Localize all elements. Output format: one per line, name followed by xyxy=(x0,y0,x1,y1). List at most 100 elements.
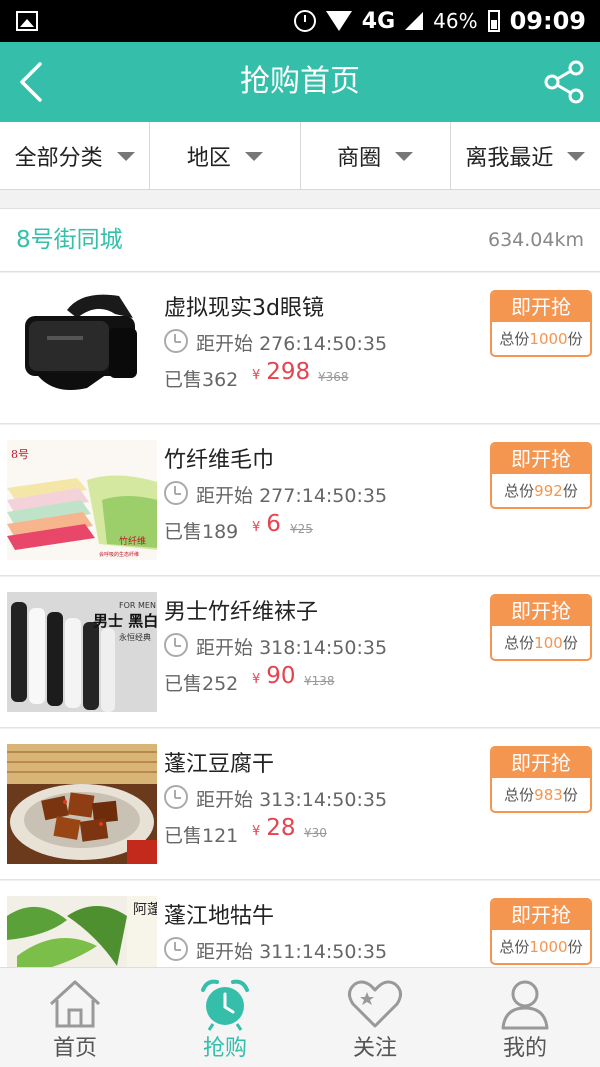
product-image-dried-tofu xyxy=(7,744,157,864)
home-icon xyxy=(49,980,101,1028)
clock-icon xyxy=(164,633,188,657)
sold-count: 已售252 xyxy=(164,673,239,695)
bottom-tab-bar: 首页 抢购 关注 我的 xyxy=(0,967,600,1067)
product-image-socks: FOR MEN 男士 黑白 永恒经典 xyxy=(7,592,157,712)
dropdown-arrow-icon xyxy=(244,151,263,161)
countdown: 距开始 318:14:50:35 xyxy=(196,637,388,659)
tab-label: 我的 xyxy=(502,1036,547,1061)
grab-button[interactable]: 即开抢 总份992份 xyxy=(490,442,592,509)
total-quantity: 总份100份 xyxy=(504,634,578,652)
sold-count: 已售121 xyxy=(164,825,239,847)
clock-icon xyxy=(164,481,188,505)
product-name: 男士竹纤维袜子 xyxy=(164,600,319,625)
product-name: 蓬江豆腐干 xyxy=(164,752,275,777)
sale-price: ¥90 xyxy=(252,663,296,689)
tab-label: 首页 xyxy=(52,1036,97,1061)
svg-text:FOR MEN: FOR MEN xyxy=(119,601,156,610)
original-price: ¥138 xyxy=(304,674,335,688)
filter-business-district[interactable]: 商圈 xyxy=(301,122,451,190)
clock-icon xyxy=(164,785,188,809)
status-bar: 4G 46% 09:09 xyxy=(0,0,600,42)
product-image-vr-glasses xyxy=(7,288,157,408)
product-item[interactable]: 蓬江豆腐干 距开始 313:14:50:35 已售121 ¥28 ¥30 即开抢… xyxy=(0,729,600,880)
original-price: ¥25 xyxy=(290,522,313,536)
page-title: 抢购首页 xyxy=(240,64,360,99)
location-name: 8号街同城 xyxy=(16,227,123,253)
countdown: 距开始 276:14:50:35 xyxy=(196,333,388,355)
location-distance: 634.04km xyxy=(488,229,584,251)
original-price: ¥368 xyxy=(318,370,349,384)
sale-price: ¥28 xyxy=(252,815,296,841)
sold-count: 已售362 xyxy=(164,369,239,391)
product-name: 虚拟现实3d眼镜 xyxy=(164,296,324,321)
dropdown-arrow-icon xyxy=(116,151,135,161)
countdown: 距开始 311:14:50:35 xyxy=(196,941,388,963)
svg-text:永恒经典: 永恒经典 xyxy=(119,632,151,642)
product-item[interactable]: 虚拟现实3d眼镜 距开始 276:14:50:35 已售362 ¥298 ¥36… xyxy=(0,273,600,424)
filter-label: 地区 xyxy=(186,146,231,171)
filter-label: 离我最近 xyxy=(465,146,554,171)
sold-count: 已售189 xyxy=(164,521,239,543)
product-name: 竹纤维毛巾 xyxy=(164,448,275,473)
tab-profile[interactable]: 我的 xyxy=(450,968,600,1067)
signal-icon xyxy=(405,12,424,30)
alarm-status-icon xyxy=(293,10,316,32)
clock-icon xyxy=(164,937,188,961)
wifi-icon xyxy=(325,11,352,31)
grab-button[interactable]: 即开抢 总份1000份 xyxy=(490,898,592,965)
grab-button-label: 即开抢 xyxy=(492,596,590,626)
grab-button-label: 即开抢 xyxy=(492,900,590,930)
grab-button[interactable]: 即开抢 总份100份 xyxy=(490,594,592,661)
tab-flash-sale[interactable]: 抢购 xyxy=(150,968,300,1067)
countdown: 距开始 277:14:50:35 xyxy=(196,485,388,507)
tab-follow[interactable]: 关注 xyxy=(300,968,450,1067)
total-quantity: 总份983份 xyxy=(504,786,578,804)
product-list[interactable]: 虚拟现实3d眼镜 距开始 276:14:50:35 已售362 ¥298 ¥36… xyxy=(0,273,600,967)
location-bar[interactable]: 8号街同城 634.04km xyxy=(0,208,600,272)
dropdown-arrow-icon xyxy=(395,151,414,161)
grab-button-label: 即开抢 xyxy=(492,748,590,778)
svg-text:8号: 8号 xyxy=(11,448,29,461)
share-icon xyxy=(544,60,584,104)
product-image-towels: 8号 竹纤维 会呼吸的生态纤维 xyxy=(7,440,157,560)
tab-label: 关注 xyxy=(352,1036,397,1061)
svg-text:会呼吸的生态纤维: 会呼吸的生态纤维 xyxy=(99,551,139,558)
product-item[interactable]: 8号 竹纤维 会呼吸的生态纤维 竹纤维毛巾 距开始 277:14:50:35 已… xyxy=(0,425,600,576)
filter-label: 全部分类 xyxy=(14,146,103,171)
grab-button[interactable]: 即开抢 总份1000份 xyxy=(490,290,592,357)
filter-bar: 全部分类 地区 商圈 离我最近 xyxy=(0,122,600,190)
battery-percent: 46% xyxy=(433,9,478,33)
clock-time: 09:09 xyxy=(509,7,586,35)
svg-text:阿蓬江地: 阿蓬江地 xyxy=(133,902,157,918)
tab-home[interactable]: 首页 xyxy=(0,968,150,1067)
product-item[interactable]: FOR MEN 男士 黑白 永恒经典 男士竹纤维袜子 距开始 318:14:50… xyxy=(0,577,600,728)
filter-category[interactable]: 全部分类 xyxy=(0,122,151,190)
grab-button[interactable]: 即开抢 总份983份 xyxy=(490,746,592,813)
filter-sort-nearest[interactable]: 离我最近 xyxy=(451,122,600,190)
alarm-clock-icon xyxy=(201,979,249,1031)
network-type: 4G xyxy=(361,8,396,34)
share-button[interactable] xyxy=(538,56,590,108)
total-quantity: 总份992份 xyxy=(504,482,578,500)
countdown: 距开始 313:14:50:35 xyxy=(196,789,388,811)
sale-price: ¥6 xyxy=(252,511,281,537)
total-quantity: 总份1000份 xyxy=(499,938,583,956)
clock-icon xyxy=(164,329,188,353)
product-item[interactable]: 阿蓬江地 蓬江地牯牛 距开始 311:14:50:35 即开抢 总份1000份 xyxy=(0,881,600,967)
filter-region[interactable]: 地区 xyxy=(150,122,301,190)
sale-price: ¥298 xyxy=(252,359,311,385)
product-name: 蓬江地牯牛 xyxy=(164,904,275,929)
product-image-snail: 阿蓬江地 xyxy=(7,896,157,967)
battery-icon xyxy=(487,10,500,32)
gallery-notification-icon xyxy=(16,11,38,31)
total-quantity: 总份1000份 xyxy=(499,330,583,348)
heart-icon xyxy=(348,980,402,1028)
dropdown-arrow-icon xyxy=(567,151,586,161)
person-icon xyxy=(501,980,549,1030)
tab-label: 抢购 xyxy=(202,1036,247,1061)
original-price: ¥30 xyxy=(304,826,327,840)
grab-button-label: 即开抢 xyxy=(492,292,590,322)
svg-text:男士 黑白: 男士 黑白 xyxy=(93,612,157,630)
svg-text:竹纤维: 竹纤维 xyxy=(119,535,146,547)
filter-label: 商圈 xyxy=(337,146,382,171)
